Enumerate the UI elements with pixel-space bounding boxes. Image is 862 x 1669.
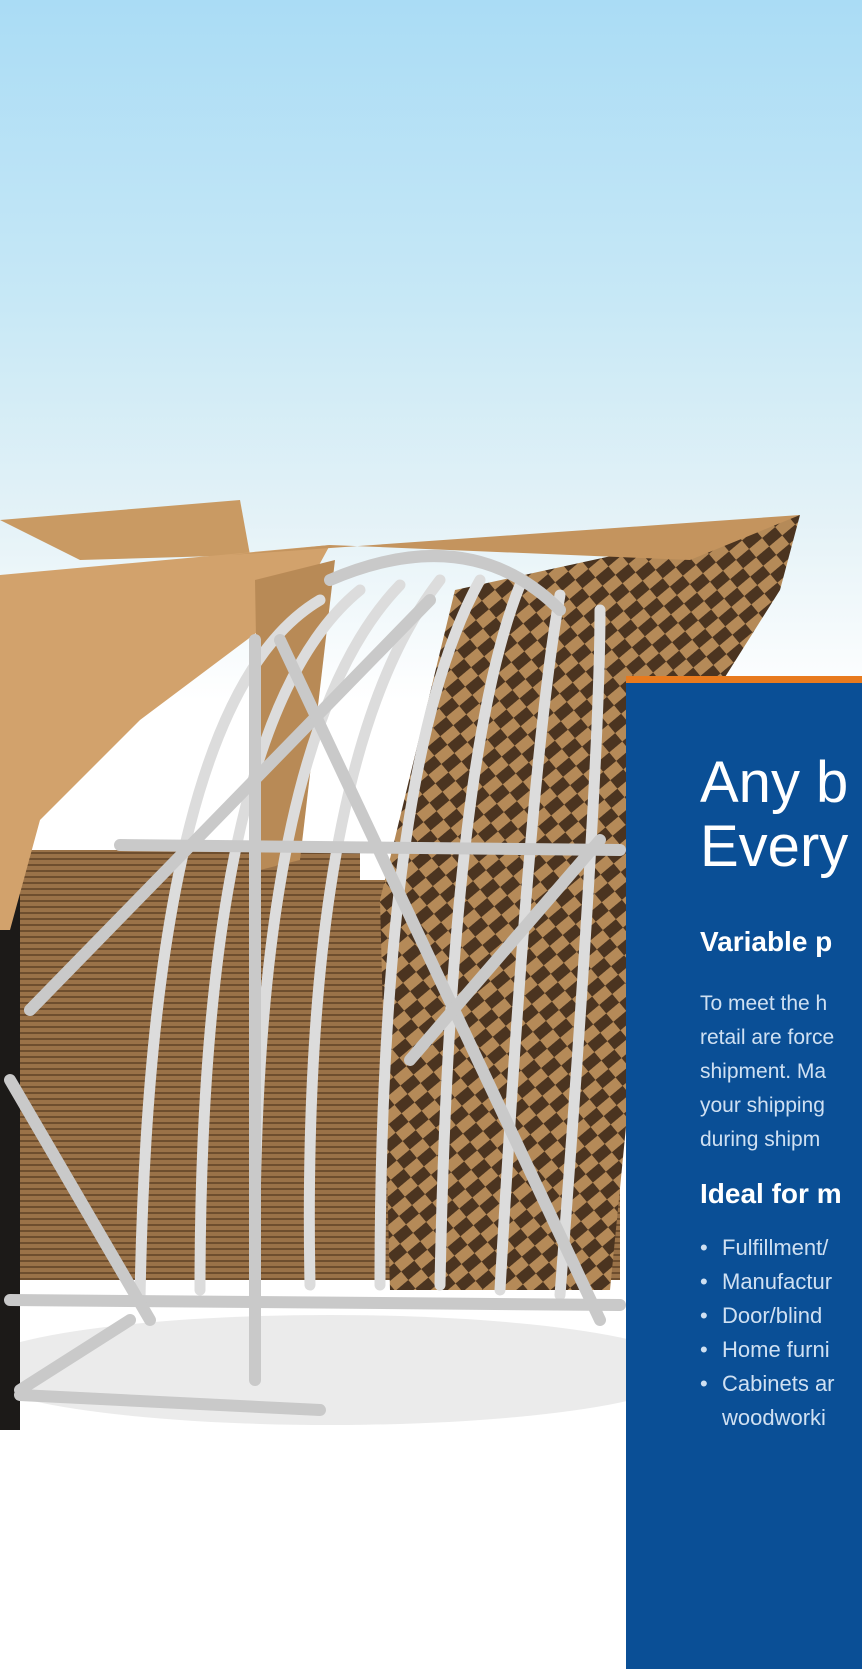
bullet-icon: • — [700, 1303, 708, 1328]
list-item: • Home furni — [700, 1333, 862, 1367]
brochure-page: Any b Every Variable p To meet the h ret… — [0, 0, 862, 1669]
bullet-icon: • — [700, 1337, 708, 1362]
list-item: • Fulfillment/ — [700, 1231, 862, 1265]
list-item-continuation: woodworki — [722, 1405, 826, 1430]
list-item: • Door/blind — [700, 1299, 862, 1333]
info-panel-content: Any b Every Variable p To meet the h ret… — [700, 751, 862, 1435]
industry-list: • Fulfillment/ • Manufactur • Door/blind • H… — [700, 1231, 862, 1435]
section-title-ideal: Ideal for m — [700, 1178, 842, 1209]
headline-line-1: Any b — [700, 750, 849, 815]
section-title-variable: Variable p — [700, 926, 833, 957]
body-paragraph: To meet the h retail are force shipment.… — [700, 987, 862, 1157]
body-line-1: To meet the h — [700, 992, 828, 1015]
body-line-4: your shipping — [700, 1094, 825, 1117]
body-line-2: retail are force — [700, 1026, 835, 1049]
list-item: • Cabinets ar — [700, 1367, 862, 1401]
headline: Any b Every — [700, 751, 862, 879]
headline-line-2: Every — [700, 814, 849, 879]
body-line-3: shipment. Ma — [700, 1060, 827, 1083]
list-item-text: Manufactur — [722, 1269, 833, 1294]
bullet-icon: • — [700, 1371, 708, 1396]
list-item-text: Fulfillment/ — [722, 1235, 829, 1260]
list-item: • Manufactur — [700, 1265, 862, 1299]
list-item-text: Door/blind — [722, 1303, 823, 1328]
list-item-text: Home furni — [722, 1337, 830, 1362]
bullet-icon: • — [700, 1269, 708, 1294]
body-line-5: during shipm — [700, 1128, 821, 1151]
list-item-text: Cabinets ar — [722, 1371, 835, 1396]
bullet-icon: • — [700, 1235, 708, 1260]
info-panel: Any b Every Variable p To meet the h ret… — [626, 676, 862, 1669]
